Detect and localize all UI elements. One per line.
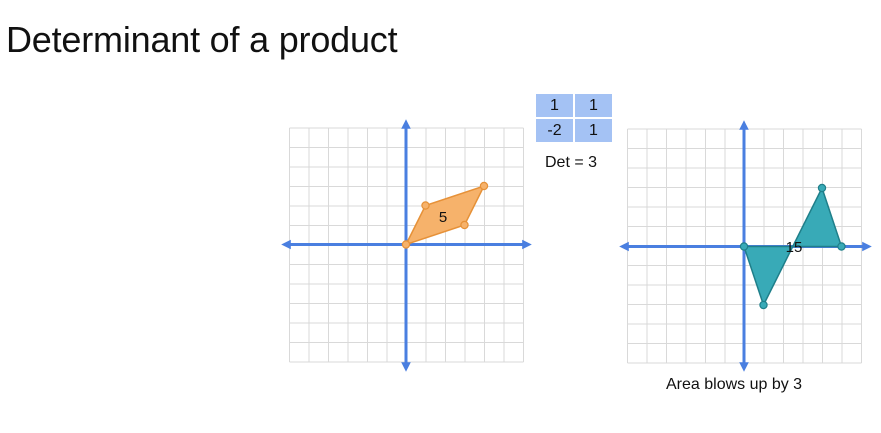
vertex-dot [817,183,827,193]
vertex-dot [460,220,469,230]
vertex-dot [479,181,489,191]
vertex-dot [759,300,768,310]
vertex-dot [401,240,411,249]
left-area-label: 5 [439,209,447,226]
graphs-canvas: 5 15 [281,119,872,372]
vertex-dot [837,242,846,251]
caption: Area blows up by 3 [666,376,803,393]
vertex-dot [739,242,749,251]
right-area-label: 15 [786,239,803,256]
vertex-dot [421,201,430,210]
left-graph: 5 [281,119,532,372]
right-graph: 15 [619,120,872,372]
